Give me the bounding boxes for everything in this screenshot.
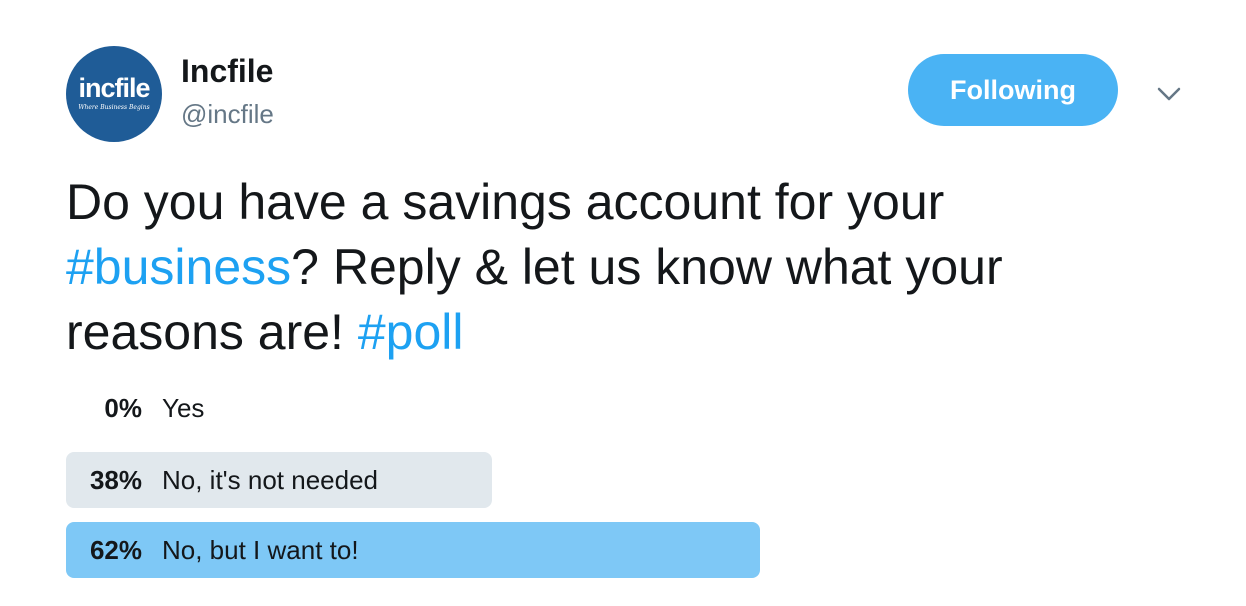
hashtag-business[interactable]: #business <box>66 239 291 295</box>
poll-option-yes: 0% Yes <box>66 380 366 436</box>
avatar[interactable]: incfile Where Business Begins <box>66 46 162 142</box>
chevron-down-icon-svg <box>1157 87 1181 101</box>
following-button[interactable]: Following <box>908 54 1118 126</box>
poll-option-label: Yes <box>162 392 205 423</box>
poll-percent: 62% <box>89 534 142 565</box>
tweet-card: incfile Where Business Begins Incfile @i… <box>0 0 1246 606</box>
poll-option-label: No, it's not needed <box>162 464 378 495</box>
avatar-logo-text: incfile <box>78 73 150 103</box>
hashtag-poll[interactable]: #poll <box>358 304 464 360</box>
poll-option-label: No, but I want to! <box>162 534 359 565</box>
avatar-tagline: Where Business Begins <box>78 104 150 111</box>
user-handle[interactable]: @incfile <box>181 99 274 130</box>
poll-percent: 38% <box>89 464 142 495</box>
poll-percent: 0% <box>104 392 142 423</box>
poll-option-not-needed: 38% No, it's not needed <box>66 452 492 508</box>
chevron-down-icon[interactable] <box>1152 80 1186 108</box>
tweet-text-part1: Do you have a savings account for your <box>66 174 945 230</box>
poll-option-want-to: 62% No, but I want to! <box>66 522 760 578</box>
tweet-text: Do you have a savings account for your #… <box>66 170 1186 365</box>
display-name[interactable]: Incfile <box>181 53 273 90</box>
